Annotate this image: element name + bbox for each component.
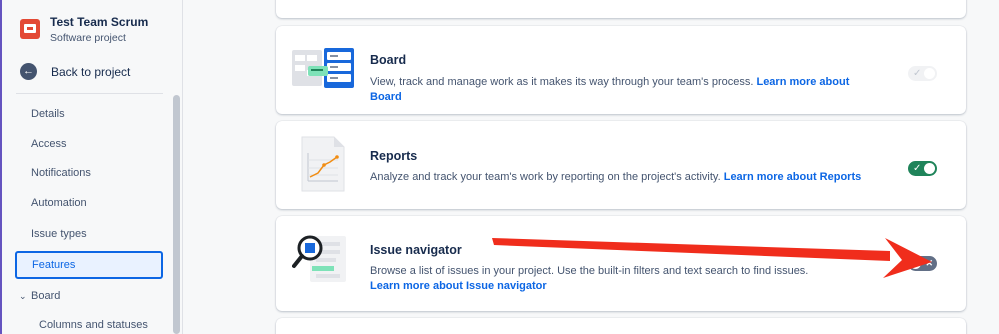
back-to-project-label: Back to project <box>51 64 131 79</box>
sidebar-group-board[interactable]: ⌄ Board <box>19 290 60 302</box>
reports-illustration-icon <box>301 136 345 192</box>
sidebar-item-features[interactable]: Features <box>15 251 163 279</box>
project-header[interactable]: Test Team Scrum Software project <box>20 14 148 45</box>
feature-card-previous <box>276 0 966 18</box>
feature-card-next <box>276 318 966 334</box>
board-description: View, track and manage work as it makes … <box>370 75 880 105</box>
reports-description: Analyze and track your team's work by re… <box>370 170 880 185</box>
learn-more-reports-link[interactable]: Learn more about Reports <box>724 171 862 183</box>
board-description-text: View, track and manage work as it makes … <box>370 76 754 88</box>
board-title: Board <box>370 53 407 67</box>
check-icon: ✓ <box>913 163 922 174</box>
board-illustration-icon <box>292 48 354 88</box>
sidebar-group-board-label: Board <box>31 290 61 302</box>
sidebar-item-issue-types[interactable]: Issue types <box>13 220 163 248</box>
reports-toggle[interactable]: ✓ <box>908 161 937 176</box>
sidebar-item-access[interactable]: Access <box>13 130 163 158</box>
project-name: Test Team Scrum <box>50 15 149 29</box>
check-icon: ✓ <box>913 68 922 79</box>
issue-navigator-title: Issue navigator <box>370 243 462 257</box>
feature-card-reports: Reports Analyze and track your team's wo… <box>276 121 966 209</box>
reports-description-text: Analyze and track your team's work by re… <box>370 171 721 183</box>
back-to-project-button[interactable]: ← Back to project <box>20 63 130 80</box>
feature-card-board: Board View, track and manage work as it … <box>276 26 966 114</box>
project-type: Software project <box>50 32 126 44</box>
sidebar-item-details[interactable]: Details <box>13 100 163 128</box>
reports-title: Reports <box>370 149 418 163</box>
sidebar-item-automation[interactable]: Automation <box>13 189 163 217</box>
board-toggle[interactable]: ✓ <box>908 66 937 81</box>
toggle-knob <box>924 163 935 174</box>
sidebar-scrollbar[interactable] <box>173 95 180 334</box>
sidebar: Test Team Scrum Software project ← Back … <box>2 0 183 334</box>
sidebar-item-columns-and-statuses[interactable]: Columns and statuses <box>39 319 148 331</box>
annotation-arrow-icon <box>492 238 932 278</box>
chevron-down-icon: ⌄ <box>19 291 27 301</box>
issue-navigator-illustration-icon <box>292 235 346 282</box>
toggle-knob <box>924 68 935 79</box>
arrow-left-icon: ← <box>20 63 37 80</box>
sidebar-divider <box>16 93 163 94</box>
features-main: Board View, track and manage work as it … <box>183 0 999 334</box>
sidebar-item-notifications[interactable]: Notifications <box>13 159 163 187</box>
project-avatar-icon <box>20 19 40 39</box>
